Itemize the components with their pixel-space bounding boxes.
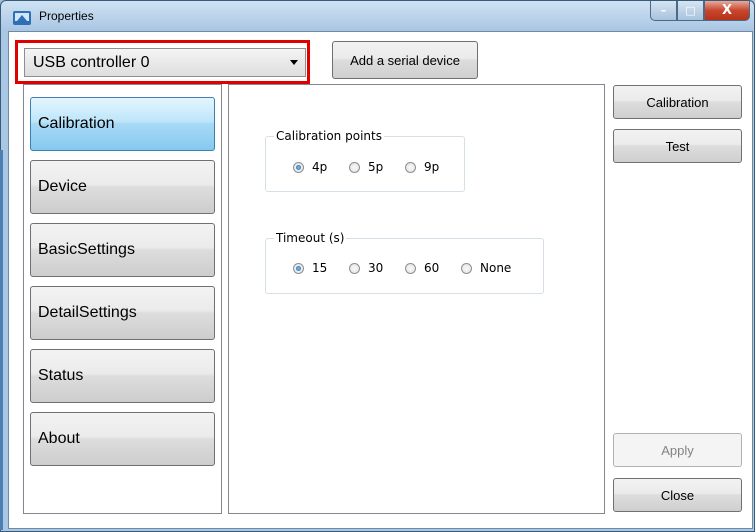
calibration-points-label: Calibration points <box>274 129 384 143</box>
nav-label: About <box>38 430 80 447</box>
chevron-down-icon <box>290 60 298 65</box>
radio-4p[interactable]: 4p <box>293 160 327 174</box>
radio-timeout-30[interactable]: 30 <box>349 261 383 275</box>
radio-label: 9p <box>424 160 440 174</box>
apply-button[interactable]: Apply <box>613 433 742 467</box>
close-icon: X <box>721 3 733 18</box>
test-button[interactable]: Test <box>613 129 742 163</box>
close-button[interactable]: Close <box>613 478 742 512</box>
radio-9p[interactable]: 9p <box>405 160 439 174</box>
radio-label: None <box>480 261 512 275</box>
minimize-button[interactable]: – <box>650 1 677 21</box>
nav-device[interactable]: Device <box>30 160 215 214</box>
window-title: Properties <box>39 9 94 23</box>
radio-icon <box>461 262 472 274</box>
radio-icon <box>405 262 416 274</box>
radio-icon <box>349 262 360 274</box>
radio-timeout-60[interactable]: 60 <box>405 261 439 275</box>
nav-status[interactable]: Status <box>30 349 215 403</box>
calibration-button[interactable]: Calibration <box>613 85 742 119</box>
minimize-icon: – <box>660 4 667 17</box>
radio-label: 5p <box>368 160 384 174</box>
radio-icon <box>405 161 416 173</box>
radio-label: 15 <box>312 261 328 275</box>
radio-label: 60 <box>424 261 440 275</box>
radio-label: 4p <box>312 160 328 174</box>
nav-calibration[interactable]: Calibration <box>30 97 215 151</box>
nav-about[interactable]: About <box>30 412 215 466</box>
radio-selected-icon <box>293 262 304 274</box>
window-controls: – □ X <box>650 1 750 21</box>
add-serial-device-button[interactable]: Add a serial device <box>332 41 478 79</box>
radio-label: 30 <box>368 261 384 275</box>
app-icon <box>13 11 31 25</box>
maximize-button[interactable]: □ <box>677 1 704 21</box>
radio-selected-icon <box>293 161 304 173</box>
nav-label: Status <box>38 367 84 384</box>
radio-timeout-15[interactable]: 15 <box>293 261 327 275</box>
radio-icon <box>349 161 360 173</box>
timeout-label: Timeout (s) <box>274 231 347 245</box>
nav-label: Calibration <box>38 115 115 132</box>
device-select-value: USB controller 0 <box>33 54 150 71</box>
window-edge <box>0 150 3 530</box>
nav-label: BasicSettings <box>38 241 135 258</box>
title-bar[interactable]: Properties – □ X <box>1 1 754 31</box>
nav-detail-settings[interactable]: DetailSettings <box>30 286 215 340</box>
maximize-icon: □ <box>685 4 696 17</box>
close-window-button[interactable]: X <box>704 1 750 21</box>
nav-basic-settings[interactable]: BasicSettings <box>30 223 215 277</box>
radio-timeout-none[interactable]: None <box>461 261 511 275</box>
radio-5p[interactable]: 5p <box>349 160 383 174</box>
nav-label: Device <box>38 178 87 195</box>
nav-label: DetailSettings <box>38 304 137 321</box>
device-select[interactable]: USB controller 0 <box>24 48 306 77</box>
